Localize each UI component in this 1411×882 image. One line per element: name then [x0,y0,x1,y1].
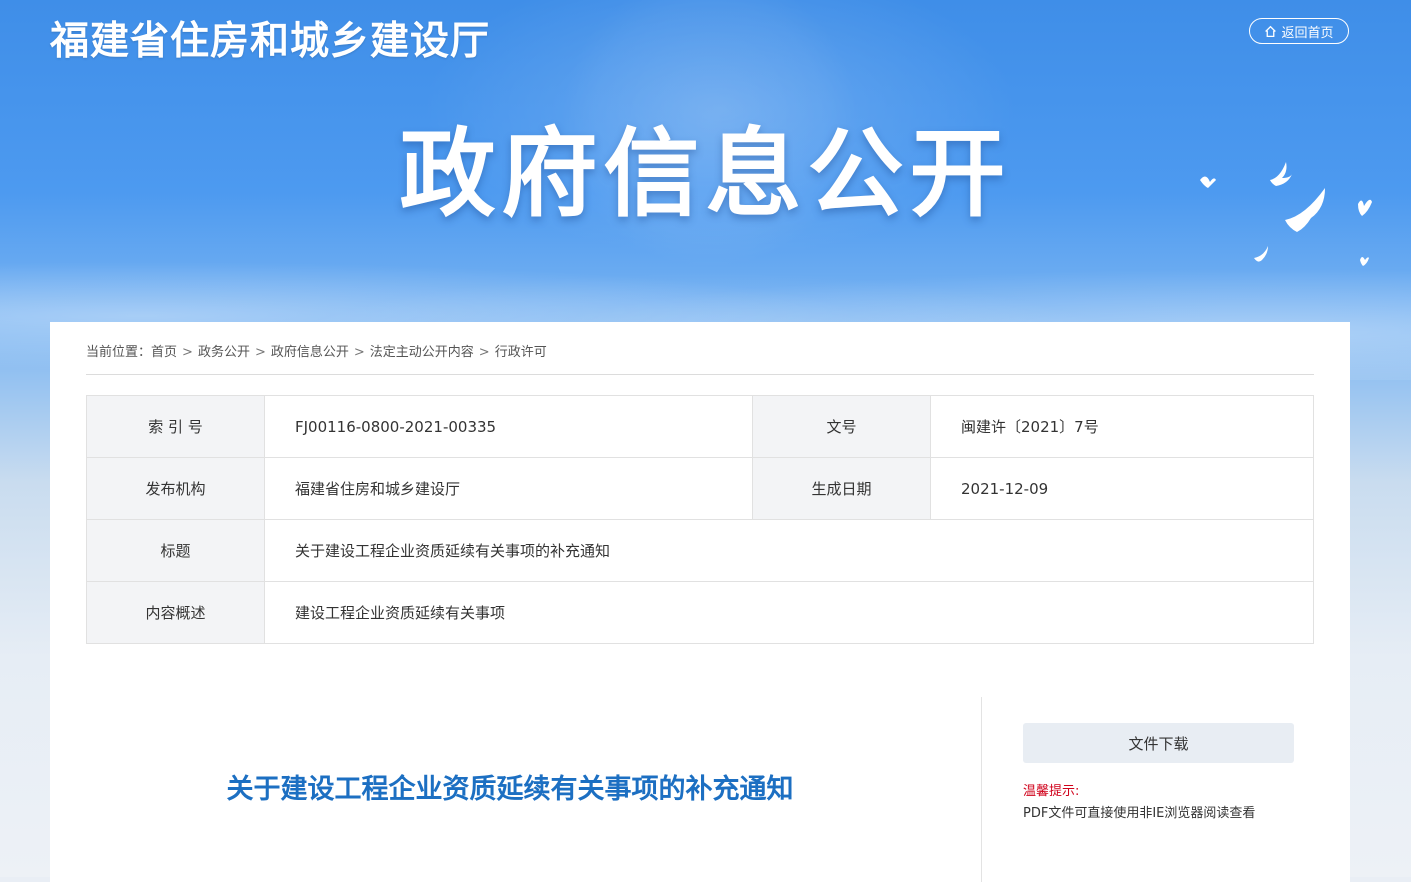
issuer-label: 发布机构 [86,457,265,520]
breadcrumb-item-affairs[interactable]: 政务公开 [198,345,250,360]
breadcrumb-separator: > [353,345,365,360]
summary-value: 建设工程企业资质延续有关事项 [264,581,1314,644]
breadcrumb-item-license[interactable]: 行政许可 [495,345,547,360]
breadcrumb-separator: > [478,345,490,360]
date-label: 生成日期 [752,457,931,520]
breadcrumb-item-info-disclosure[interactable]: 政府信息公开 [271,345,349,360]
breadcrumb-item-home[interactable]: 首页 [151,345,177,360]
content-card: 当前位置：首页 > 政务公开 > 政府信息公开 > 法定主动公开内容 > 行政许可 索 引 号 … [50,322,1350,882]
title-label: 标题 [86,519,265,582]
doc-no-value: 闽建许〔2021〕7号 [930,395,1314,458]
doc-no-label: 文号 [752,395,931,458]
site-title: 福建省住房和城乡建设厅 [50,19,491,64]
breadcrumb-separator: > [254,345,266,360]
doves-decoration [1200,162,1372,266]
title-value: 关于建设工程企业资质延续有关事项的补充通知 [264,519,1314,582]
breadcrumb-prefix: 当前位置： [86,345,152,360]
table-row: 索 引 号 FJ00116-0800-2021-00335 文号 闽建许〔202… [86,395,1314,458]
table-row: 内容概述 建设工程企业资质延续有关事项 [86,581,1314,644]
table-row: 发布机构 福建省住房和城乡建设厅 生成日期 2021-12-09 [86,457,1314,520]
table-row: 标题 关于建设工程企业资质延续有关事项的补充通知 [86,519,1314,582]
index-label: 索 引 号 [86,395,265,458]
breadcrumb-item-statutory[interactable]: 法定主动公开内容 [370,345,474,360]
document-title: 关于建设工程企业资质延续有关事项的补充通知 [226,774,794,805]
breadcrumb-separator: > [182,345,193,360]
info-table: 索 引 号 FJ00116-0800-2021-00335 文号 闽建许〔202… [86,395,1314,644]
index-value: FJ00116-0800-2021-00335 [264,395,753,458]
home-icon [1265,25,1277,37]
file-download-button[interactable]: 文件下载 [1023,723,1294,763]
date-value: 2021-12-09 [930,457,1314,520]
summary-label: 内容概述 [86,581,265,644]
breadcrumb: 当前位置：首页 > 政务公开 > 政府信息公开 > 法定主动公开内容 > 行政许可 [86,344,1314,375]
tip-text: PDF文件可直接使用非IE浏览器阅读查看 [1023,806,1256,821]
issuer-value: 福建省住房和城乡建设厅 [264,457,753,520]
home-button-label: 返回首页 [1281,25,1334,41]
tip-label: 温馨提示: [1023,784,1080,799]
home-button[interactable]: 返回首页 [1249,18,1349,44]
column-divider [981,697,982,882]
